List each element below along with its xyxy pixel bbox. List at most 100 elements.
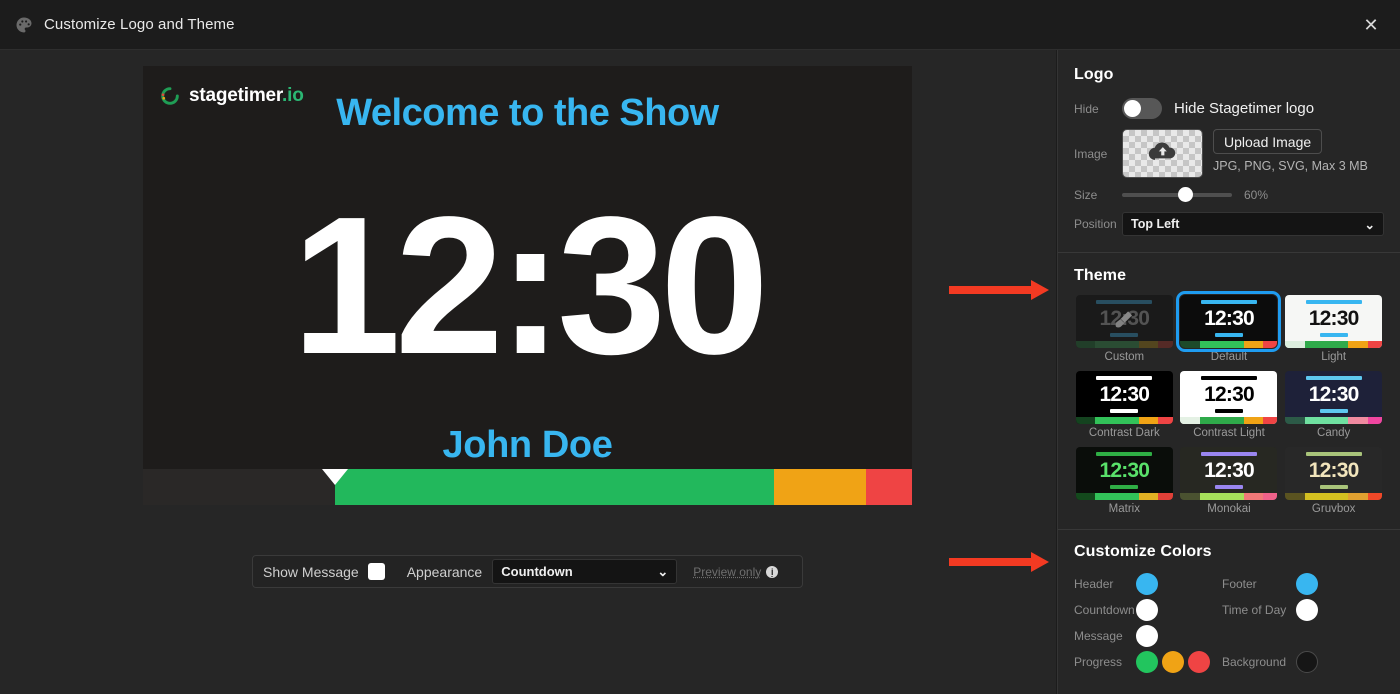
preview-footer-text: John Doe <box>442 424 613 466</box>
theme-thumb-footer <box>1319 409 1348 413</box>
theme-thumb-clock: 12:30 <box>1204 459 1255 482</box>
appearance-label: Appearance <box>406 563 483 580</box>
info-icon[interactable]: i <box>766 565 779 578</box>
theme-thumb-clock: 12:30 <box>1308 307 1360 330</box>
color-left-group: Message <box>1074 625 1222 647</box>
color-right-group: Footer <box>1222 573 1318 595</box>
theme-card-label: Contrast Dark <box>1088 427 1160 439</box>
theme-thumb-progress-segment <box>1158 341 1173 348</box>
preview-only-note[interactable]: Preview only i <box>693 565 779 579</box>
theme-thumb-clock: 12:30 <box>1204 307 1255 330</box>
theme-card-monokai[interactable]: 12:30 Monokai <box>1179 447 1280 515</box>
theme-thumbnail: 12:30 <box>1075 295 1173 348</box>
size-label: Size <box>1074 188 1098 202</box>
color-left-group: Countdown <box>1074 599 1222 621</box>
color-swatch[interactable] <box>1162 651 1184 673</box>
color-label: Time of Day <box>1222 603 1287 617</box>
settings-panel: Logo Hide Hide Stagetimer logo Image Upl… <box>1057 50 1400 694</box>
color-label: Footer <box>1222 577 1257 591</box>
theme-thumb-progress-segment <box>1095 417 1139 424</box>
theme-card-contrast-dark[interactable]: 12:30 Contrast Dark <box>1074 371 1175 439</box>
upload-image-button[interactable]: Upload Image <box>1213 129 1323 154</box>
progress-segment <box>143 469 336 505</box>
color-swatch[interactable] <box>1296 599 1318 621</box>
theme-thumb-progress <box>1180 417 1278 424</box>
progress-segment <box>773 469 866 505</box>
theme-thumb-progress-segment <box>1199 341 1244 348</box>
color-swatch[interactable] <box>1136 573 1158 595</box>
preview-progress-bar <box>143 469 912 505</box>
color-row: Progress Background <box>1074 649 1384 675</box>
preview-stage: stagetimer.io Welcome to the Show 12:30 … <box>0 50 1056 694</box>
theme-card-gruvbox[interactable]: 12:30 Gruvbox <box>1283 447 1384 515</box>
theme-thumb-clock: 12:30 <box>1308 459 1360 482</box>
theme-card-label: Contrast Light <box>1193 427 1265 439</box>
theme-thumb-footer <box>1110 409 1139 413</box>
theme-card-light[interactable]: 12:30 Light <box>1283 295 1384 363</box>
customize-colors-section: Customize Colors Header Footer Countdown Ti… <box>1058 530 1400 675</box>
theme-thumb-footer <box>1214 333 1243 337</box>
color-swatch[interactable] <box>1296 573 1318 595</box>
color-swatch[interactable] <box>1188 651 1210 673</box>
color-swatches <box>1136 625 1158 647</box>
theme-thumb-progress-segment <box>1304 341 1349 348</box>
paintbrush-icon <box>1113 308 1135 335</box>
chevron-down-icon: ⌄ <box>1364 217 1375 232</box>
theme-thumb-progress-segment <box>1138 417 1159 424</box>
theme-thumbnail: 12:30 <box>1075 447 1173 500</box>
theme-card-candy[interactable]: 12:30 Candy <box>1283 371 1384 439</box>
toggle-knob <box>1124 100 1141 117</box>
theme-thumb-progress-segment <box>1348 417 1368 424</box>
logo-position-select[interactable]: Top Left ⌄ <box>1122 212 1384 236</box>
arrow-to-customize-colors <box>949 552 1049 572</box>
theme-thumb-progress-segment <box>1138 493 1159 500</box>
logo-size-slider[interactable] <box>1122 187 1232 202</box>
theme-thumb-progress-segment <box>1199 493 1244 500</box>
cloud-upload-icon <box>1146 138 1180 169</box>
color-swatches <box>1296 599 1318 621</box>
theme-thumb-header <box>1200 300 1257 304</box>
color-label: Message <box>1074 629 1123 643</box>
color-row: Header Footer <box>1074 571 1384 597</box>
theme-card-custom[interactable]: 12:30 Custom <box>1074 295 1175 363</box>
color-label: Countdown <box>1074 603 1135 617</box>
logo-size-row: Size 60% <box>1074 187 1384 202</box>
chevron-down-icon: ⌄ <box>657 563 669 579</box>
theme-thumb-progress <box>1285 493 1383 500</box>
theme-thumb-footer <box>1319 333 1348 337</box>
image-label: Image <box>1074 147 1108 161</box>
theme-thumb-progress-segment <box>1367 493 1383 500</box>
color-swatch[interactable] <box>1136 651 1158 673</box>
theme-thumbnail: 12:30 <box>1180 371 1278 424</box>
theme-thumb-progress-segment <box>1367 417 1383 424</box>
theme-thumb-clock: 12:30 <box>1099 383 1150 406</box>
theme-thumbnail: 12:30 <box>1180 447 1278 500</box>
theme-thumb-progress-segment <box>1095 493 1139 500</box>
theme-thumb-progress-segment <box>1243 341 1263 348</box>
theme-card-matrix[interactable]: 12:30 Matrix <box>1074 447 1175 515</box>
appearance-select[interactable]: Countdown ⌄ <box>492 559 678 584</box>
logo-image-dropzone[interactable] <box>1122 129 1203 178</box>
theme-card-default[interactable]: 12:30 Default <box>1176 291 1282 363</box>
theme-thumbnail: 12:30 <box>1075 371 1173 424</box>
theme-card-label: Default <box>1210 351 1248 363</box>
theme-thumb-header <box>1305 376 1362 380</box>
close-icon[interactable]: ✕ <box>1358 12 1384 38</box>
window-title-bar: Customize Logo and Theme ✕ <box>0 0 1400 50</box>
theme-card-label: Custom <box>1104 351 1145 363</box>
theme-card-contrast-light[interactable]: 12:30 Contrast Light <box>1179 371 1280 439</box>
color-swatch[interactable] <box>1136 599 1158 621</box>
theme-thumb-progress <box>1180 493 1278 500</box>
theme-thumb-footer <box>1319 485 1348 489</box>
slider-handle[interactable] <box>1178 187 1193 202</box>
color-swatch[interactable] <box>1296 651 1318 673</box>
customize-colors-title: Customize Colors <box>1074 543 1212 560</box>
theme-thumb-header <box>1305 300 1362 304</box>
progress-segment <box>335 469 774 505</box>
color-swatch[interactable] <box>1136 625 1158 647</box>
color-left-group: Progress <box>1074 651 1222 673</box>
page-title: Customize Logo and Theme <box>44 16 235 33</box>
theme-thumbnail: 12:30 <box>1176 291 1282 352</box>
show-message-checkbox[interactable] <box>367 563 385 580</box>
hide-logo-toggle[interactable] <box>1122 98 1162 119</box>
